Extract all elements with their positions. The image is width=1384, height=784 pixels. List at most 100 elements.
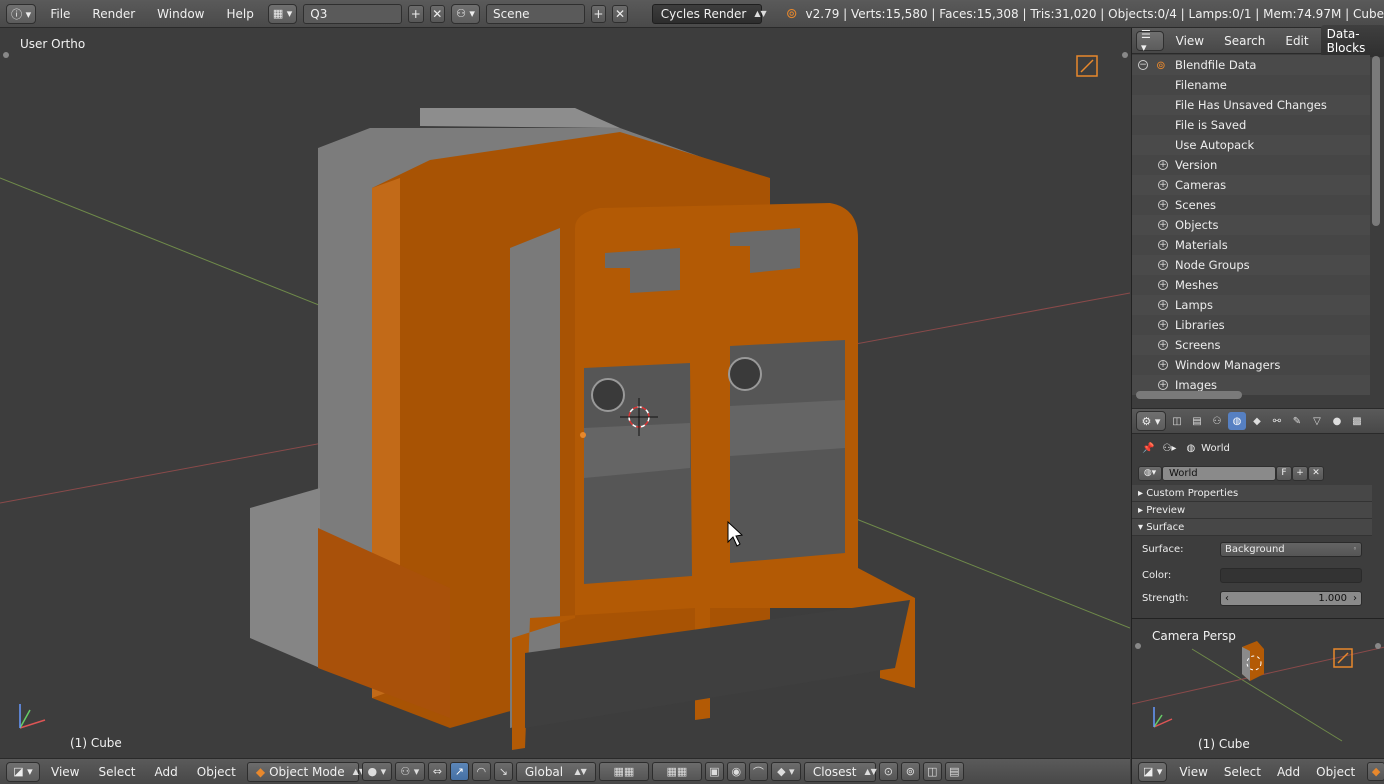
outliner-item[interactable]: Use Autopack <box>1132 135 1370 155</box>
snap-element-icon[interactable]: ◆ ▾ <box>770 762 801 781</box>
layers-grid-2-icon[interactable]: ▦▦ <box>651 762 702 781</box>
snap-project-icon[interactable]: ⊚ <box>900 762 920 781</box>
menu-select[interactable]: Select <box>90 762 143 782</box>
color-swatch[interactable] <box>1220 567 1362 583</box>
material-tab-icon[interactable]: ● <box>1328 412 1346 430</box>
surface-panel-header[interactable]: ▾ Surface <box>1132 519 1372 536</box>
scene-browse-button[interactable]: ⚇ ▾ <box>451 3 480 24</box>
add-screen-icon[interactable]: + <box>407 4 424 23</box>
viewport-shading-icon[interactable]: ● ▾ <box>361 762 392 781</box>
add-world-icon[interactable]: + <box>1292 465 1308 481</box>
screen-layout-browse-button[interactable]: ▦ ▾ <box>267 3 298 24</box>
3d-viewport[interactable]: User Ortho (1) Cube <box>0 28 1130 756</box>
world-tab-icon[interactable]: ◍ <box>1228 412 1246 430</box>
snap-target-dropdown[interactable]: Closest ▲▼ <box>803 761 877 782</box>
snap-align-icon[interactable]: ⊙ <box>878 762 898 781</box>
object-tab-icon[interactable]: ◆ <box>1248 412 1266 430</box>
render-tab-icon[interactable]: ◫ <box>1168 412 1186 430</box>
menu-help[interactable]: Help <box>218 4 261 24</box>
expand-icon[interactable]: + <box>1158 360 1168 370</box>
area-split-handle-icon[interactable] <box>1375 643 1381 649</box>
camera-view-toggle-icon[interactable] <box>1076 55 1098 77</box>
camera-viewport[interactable]: Camera Persp (1) Cube <box>1132 618 1384 756</box>
expand-icon[interactable]: + <box>1158 340 1168 350</box>
data-tab-icon[interactable]: ▽ <box>1308 412 1326 430</box>
expand-icon[interactable]: + <box>1158 180 1168 190</box>
menu-render[interactable]: Render <box>84 4 143 24</box>
layers-grid-icon[interactable]: ▦▦ <box>598 762 649 781</box>
outliner-item[interactable]: Filename <box>1132 75 1370 95</box>
strength-slider[interactable]: ‹ 1.000 › <box>1220 590 1362 606</box>
editor-type-3dview-button[interactable]: ◪ ▾ <box>6 761 40 782</box>
outliner-item[interactable]: File is Saved <box>1132 115 1370 135</box>
outliner-menu-search[interactable]: Search <box>1216 31 1273 51</box>
pivot-point-icon[interactable]: ⚇ ▾ <box>394 762 425 781</box>
modifiers-tab-icon[interactable]: ✎ <box>1288 412 1306 430</box>
area-split-handle-icon[interactable] <box>1135 643 1141 649</box>
scene-tab-icon[interactable]: ⚇ <box>1208 412 1226 430</box>
texture-tab-icon[interactable]: ▩ <box>1348 412 1366 430</box>
custom-properties-panel-header[interactable]: ▸ Custom Properties <box>1132 485 1372 502</box>
expand-icon[interactable]: + <box>1158 280 1168 290</box>
expand-icon[interactable]: + <box>1158 160 1168 170</box>
expand-icon[interactable]: + <box>1158 200 1168 210</box>
scene-field[interactable]: Scene <box>485 3 585 24</box>
camera-menu-select[interactable]: Select <box>1220 762 1265 782</box>
outliner-item[interactable]: + Cameras <box>1132 175 1370 195</box>
object-mode-icon[interactable]: ◆ <box>1367 762 1384 781</box>
expand-icon[interactable]: + <box>1158 320 1168 330</box>
outliner-display-mode[interactable]: Data-Blocks <box>1320 24 1384 57</box>
outliner-item[interactable]: + Materials <box>1132 235 1370 255</box>
pin-icon[interactable]: 📌 <box>1142 443 1154 454</box>
outliner-menu-edit[interactable]: Edit <box>1277 31 1316 51</box>
manipulator-icon[interactable]: ⇔ <box>427 762 447 781</box>
surface-shader-dropdown[interactable]: Background ◦ <box>1220 541 1362 557</box>
add-scene-icon[interactable]: + <box>590 4 607 23</box>
unlink-world-icon[interactable]: ✕ <box>1308 465 1324 481</box>
transform-orientation-dropdown[interactable]: Global ▲▼ <box>515 761 596 782</box>
render-engine-dropdown[interactable]: Cycles Render ▲▼ <box>651 3 767 24</box>
outliner-root-row[interactable]: − ⊚ Blendfile Data <box>1132 55 1370 75</box>
outliner-item[interactable]: + Meshes <box>1132 275 1370 295</box>
editor-type-info-button[interactable]: ⓘ ▾ <box>6 3 37 24</box>
camera-menu-object[interactable]: Object <box>1312 762 1359 782</box>
editor-type-outliner-button[interactable]: ☰ ▾ <box>1136 28 1164 54</box>
outliner-item[interactable]: + Objects <box>1132 215 1370 235</box>
menu-file[interactable]: File <box>42 4 78 24</box>
outliner-item[interactable]: File Has Unsaved Changes <box>1132 95 1370 115</box>
expand-icon[interactable]: + <box>1158 260 1168 270</box>
outliner-menu-view[interactable]: View <box>1168 31 1212 51</box>
proportional-edit-icon[interactable]: ◉ <box>726 762 746 781</box>
snap-icon[interactable]: ⌒ <box>748 762 768 781</box>
world-name-field[interactable]: World <box>1162 465 1276 481</box>
editor-type-properties-button[interactable]: ⚙ ▾ <box>1136 411 1166 431</box>
editor-type-3dview-button[interactable]: ◪ ▾ <box>1138 761 1168 782</box>
interaction-mode-dropdown[interactable]: ◆ Object Mode ▲▼ <box>246 761 365 782</box>
expand-icon[interactable]: + <box>1158 300 1168 310</box>
screen-layout-field[interactable]: Q3 <box>303 3 402 24</box>
rotate-manipulator-icon[interactable]: ◠ <box>471 762 491 781</box>
render-animation-icon[interactable]: ▤ <box>944 762 964 781</box>
camera-menu-view[interactable]: View <box>1175 762 1211 782</box>
menu-add[interactable]: Add <box>147 762 186 782</box>
outliner-horizontal-scrollbar[interactable] <box>1136 391 1242 399</box>
outliner-item[interactable]: + Screens <box>1132 335 1370 355</box>
delete-scene-icon[interactable]: ✕ <box>612 4 628 23</box>
outliner-item[interactable]: + Node Groups <box>1132 255 1370 275</box>
outliner-item[interactable]: + Version <box>1132 155 1370 175</box>
outliner-item[interactable]: + Lamps <box>1132 295 1370 315</box>
preview-panel-header[interactable]: ▸ Preview <box>1132 502 1372 519</box>
fake-user-button[interactable]: F <box>1276 465 1292 481</box>
outliner-vertical-scrollbar[interactable] <box>1372 56 1380 226</box>
expand-icon[interactable]: + <box>1158 220 1168 230</box>
lock-layers-icon[interactable]: ▣ <box>704 762 724 781</box>
collapse-icon[interactable]: − <box>1138 60 1148 70</box>
scale-manipulator-icon[interactable]: ↘ <box>493 762 513 781</box>
area-split-handle-icon[interactable] <box>1122 52 1128 58</box>
area-split-handle-icon[interactable] <box>3 52 9 58</box>
menu-view[interactable]: View <box>43 762 87 782</box>
expand-icon[interactable]: + <box>1158 240 1168 250</box>
menu-window[interactable]: Window <box>149 4 212 24</box>
render-still-icon[interactable]: ◫ <box>922 762 942 781</box>
menu-object[interactable]: Object <box>189 762 244 782</box>
